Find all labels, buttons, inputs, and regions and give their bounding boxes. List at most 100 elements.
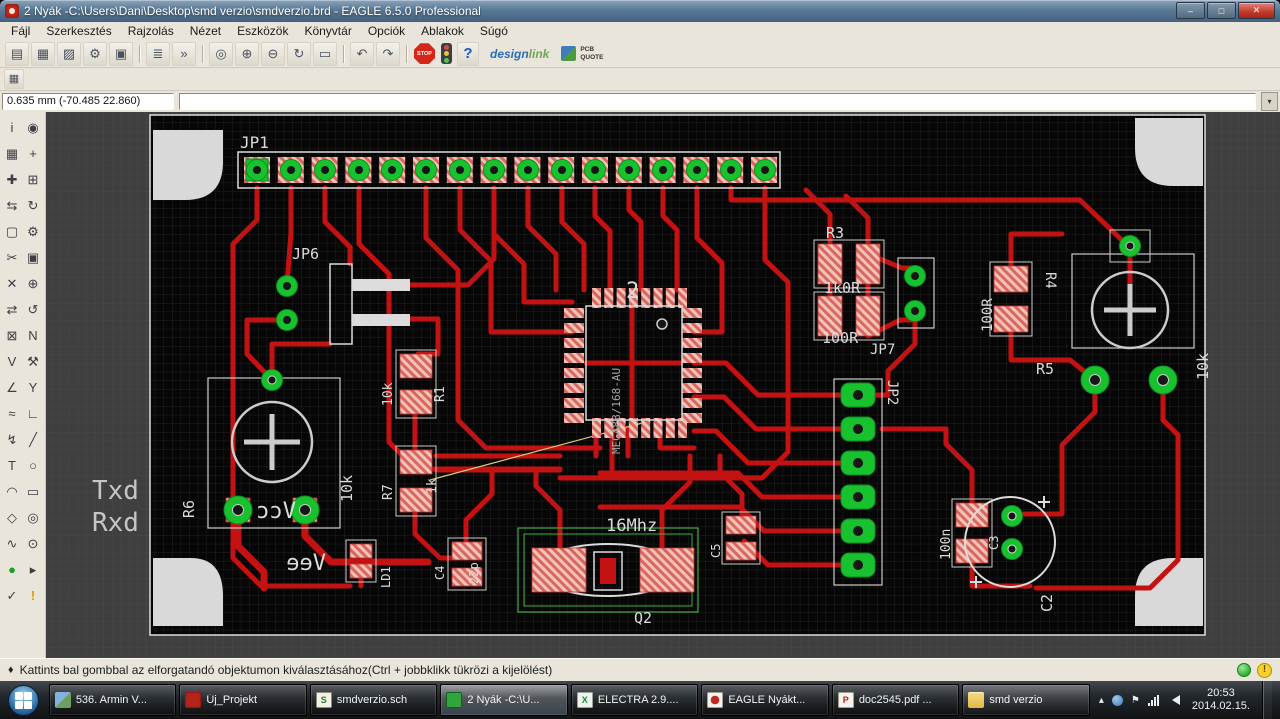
lock-tool-icon[interactable]: ⊠ xyxy=(2,323,23,349)
add-tool-icon[interactable]: ⊕ xyxy=(23,271,44,297)
grid-button[interactable]: ▦ xyxy=(4,68,24,89)
status-bar: ♦ Kattints bal gombbal az elforgatandó o… xyxy=(0,658,1280,682)
label-c3-value: 100n xyxy=(939,528,954,559)
label-txd: Txd xyxy=(92,476,139,506)
menu-ablakok[interactable]: Ablakok xyxy=(413,23,472,39)
circle-tool-icon[interactable]: ○ xyxy=(23,453,44,479)
rotate-tool-icon[interactable]: ↻ xyxy=(23,193,44,219)
command-dropdown-icon[interactable]: ▾ xyxy=(1261,91,1278,111)
copy-tool-icon[interactable]: ⊞ xyxy=(23,167,44,193)
taskbar-item-photo[interactable]: 536. Armin V... xyxy=(48,684,177,716)
minimize-button[interactable]: – xyxy=(1176,2,1205,20)
menu-fajl[interactable]: Fájl xyxy=(3,23,38,39)
polygon-tool-icon[interactable]: ◇ xyxy=(2,505,23,531)
coordinate-bar: 0.635 mm (-70.485 22.860) ▾ xyxy=(0,90,1280,112)
schematic-icon: S xyxy=(315,692,332,709)
taskbar-item-schematic[interactable]: S smdverzio.sch xyxy=(309,684,438,716)
print-icon[interactable]: ▨ xyxy=(57,41,81,66)
menu-sugo[interactable]: Súgó xyxy=(472,23,516,39)
arc-tool-icon[interactable]: ◠ xyxy=(2,479,23,505)
optimize-tool-icon[interactable]: ≈ xyxy=(2,401,23,427)
miter-tool-icon[interactable]: ∠ xyxy=(2,375,23,401)
action-center-flag-icon[interactable]: ⚑ xyxy=(1131,695,1140,706)
menu-rajzolas[interactable]: Rajzolás xyxy=(120,23,182,39)
move-tool-icon[interactable]: ✚ xyxy=(2,167,23,193)
traffic-light-icon[interactable] xyxy=(441,43,452,65)
display-tool-icon[interactable]: ▦ xyxy=(2,141,23,167)
stop-icon[interactable]: STOP xyxy=(414,43,435,65)
route-tool-icon[interactable]: ∟ xyxy=(23,401,44,427)
drc-tool-icon[interactable]: ✓ xyxy=(2,583,23,609)
ripup-tool-icon[interactable]: ↯ xyxy=(2,427,23,453)
menu-opciok[interactable]: Opciók xyxy=(360,23,413,39)
signal-tool-icon[interactable]: ∿ xyxy=(2,531,23,557)
ratsnest-tool-icon[interactable]: ● xyxy=(2,557,23,583)
menu-konyvtar[interactable]: Könyvtár xyxy=(296,23,359,39)
zoom-out-icon[interactable]: ⊖ xyxy=(261,41,285,66)
cam-processor-icon[interactable]: ⚙ xyxy=(83,41,107,66)
paste-tool-icon[interactable]: ▣ xyxy=(23,245,44,271)
save-icon[interactable]: ▦ xyxy=(31,41,55,66)
taskbar-item-eagle-project[interactable]: Új_Projekt xyxy=(179,684,307,716)
start-button[interactable] xyxy=(2,681,46,719)
mirror-tool-icon[interactable]: ⇆ xyxy=(2,193,23,219)
taskbar-clock[interactable]: 20:53 2014.02.15. xyxy=(1188,687,1254,713)
wire-tool-icon[interactable]: ╱ xyxy=(23,427,44,453)
taskbar-item-electra[interactable]: X ELECTRA 2.9.... xyxy=(570,684,699,716)
tray-app-icon[interactable] xyxy=(1111,694,1123,706)
pinswap-tool-icon[interactable]: ⇄ xyxy=(2,297,23,323)
eagle-doc-icon xyxy=(707,692,724,709)
via-tool-icon[interactable]: ◎ xyxy=(23,505,44,531)
maximize-button[interactable]: □ xyxy=(1207,2,1236,20)
taskbar-item-pdf[interactable]: P doc2545.pdf ... xyxy=(831,684,960,716)
show-tool-icon[interactable]: ◉ xyxy=(23,115,44,141)
zoom-fit-icon[interactable]: ◎ xyxy=(209,41,233,66)
volume-icon[interactable] xyxy=(1167,695,1180,706)
menu-eszkozok[interactable]: Eszközök xyxy=(229,23,296,39)
label-c4: C4 xyxy=(433,565,447,579)
zoom-select-icon[interactable]: ▭ xyxy=(313,41,337,66)
rect-tool-icon[interactable]: ▭ xyxy=(23,479,44,505)
auto-tool-icon[interactable]: ▸ xyxy=(23,557,44,583)
errors-tool-icon[interactable]: ! xyxy=(23,583,44,609)
close-button[interactable]: ✕ xyxy=(1238,2,1275,20)
command-input[interactable] xyxy=(179,92,1256,110)
mark-tool-icon[interactable]: + xyxy=(23,141,44,167)
name-tool-icon[interactable]: N xyxy=(23,323,44,349)
smash-tool-icon[interactable]: ⚒ xyxy=(23,349,44,375)
change-tool-icon[interactable]: ⚙ xyxy=(23,219,44,245)
text-tool-icon[interactable]: T xyxy=(2,453,23,479)
run-icon[interactable]: » xyxy=(172,41,196,66)
show-desktop-button[interactable] xyxy=(1262,681,1272,719)
help-icon[interactable]: ? xyxy=(457,41,479,66)
replace-tool-icon[interactable]: ↺ xyxy=(23,297,44,323)
menu-nezet[interactable]: Nézet xyxy=(182,23,229,39)
open-board-icon[interactable]: ▤ xyxy=(5,41,29,66)
taskbar-item-eagle-doc[interactable]: EAGLE Nyákt... xyxy=(701,684,829,716)
info-tool-icon[interactable]: i xyxy=(2,115,23,141)
label-r1-value: 10k xyxy=(381,382,396,406)
menu-szerkesztes[interactable]: Szerkesztés xyxy=(38,23,119,39)
cut-tool-icon[interactable]: ✂ xyxy=(2,245,23,271)
board-canvas[interactable]: JP1 JP6 R3 1k0R 100R JP7 R4 100R R5 10k … xyxy=(46,111,1280,659)
label-r5-value: 10k xyxy=(1194,352,1212,379)
taskbar-item-folder[interactable]: smd verzio xyxy=(962,684,1090,716)
designlink-logo[interactable]: design link xyxy=(490,47,549,61)
redo-icon[interactable]: ↷ xyxy=(376,41,400,66)
label-q2: Q2 xyxy=(634,609,652,627)
pcb-quote-button[interactable]: PCB QUOTE xyxy=(561,46,603,62)
zoom-in-icon[interactable]: ⊕ xyxy=(235,41,259,66)
switch-editor-icon[interactable]: ▣ xyxy=(109,41,133,66)
split-tool-icon[interactable]: Y xyxy=(23,375,44,401)
hole-tool-icon[interactable]: ⊙ xyxy=(23,531,44,557)
hidden-icons-arrow[interactable]: ▴ xyxy=(1099,695,1104,706)
script-icon[interactable]: ≣ xyxy=(146,41,170,66)
network-icon[interactable] xyxy=(1147,694,1159,706)
zoom-redraw-icon[interactable]: ↻ xyxy=(287,41,311,66)
label-jp1: JP1 xyxy=(240,133,269,152)
delete-tool-icon[interactable]: ✕ xyxy=(2,271,23,297)
group-tool-icon[interactable]: ▢ xyxy=(2,219,23,245)
value-tool-icon[interactable]: V xyxy=(2,349,23,375)
taskbar-item-board[interactable]: 2 Nyák -C:\U... xyxy=(440,684,568,716)
undo-icon[interactable]: ↶ xyxy=(350,41,374,66)
